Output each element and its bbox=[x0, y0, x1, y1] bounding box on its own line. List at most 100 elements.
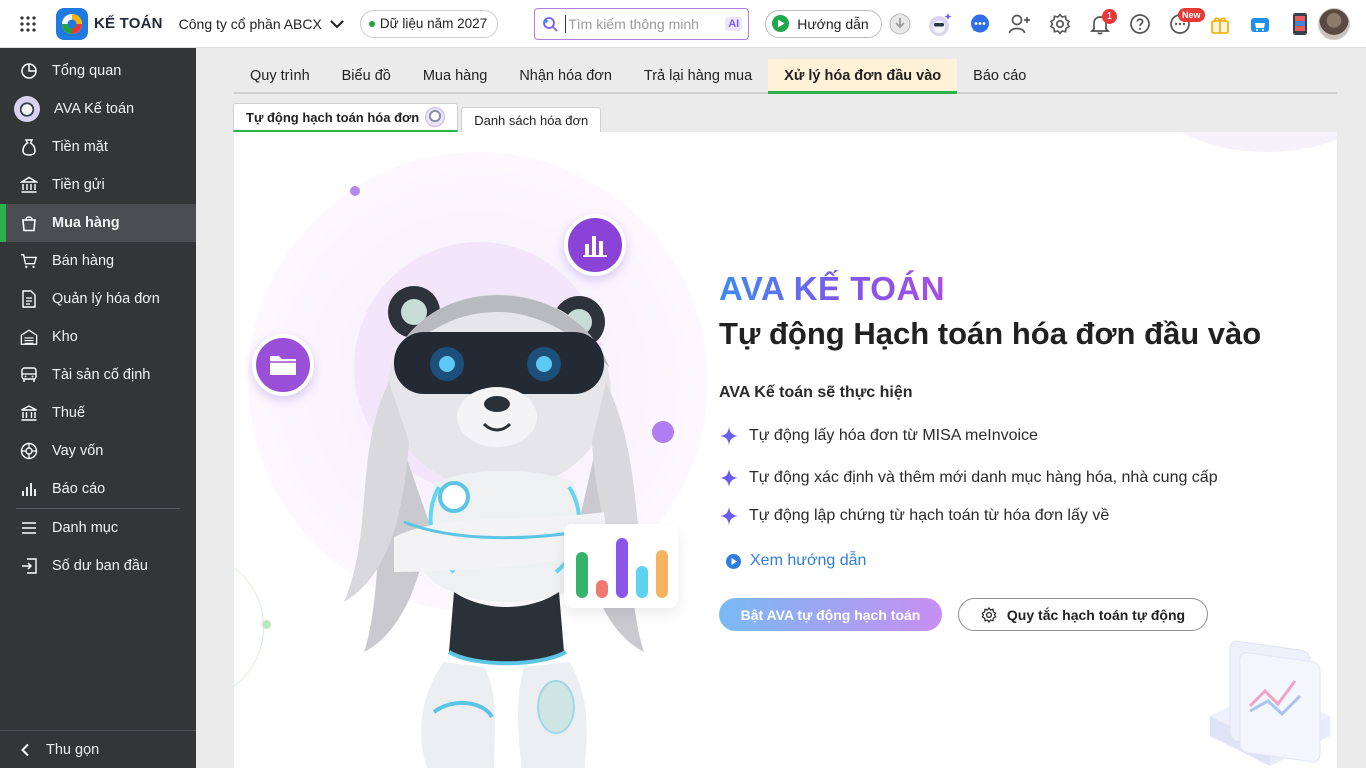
sidebar-item-purchasing[interactable]: Mua hàng bbox=[0, 204, 196, 242]
company-name: Công ty cổ phần ABCX bbox=[178, 15, 322, 32]
toolbar-icons: 1 New bbox=[880, 0, 1320, 48]
add-user-icon[interactable] bbox=[1000, 0, 1040, 48]
search-input[interactable]: Tìm kiếm thông minh bbox=[565, 14, 719, 33]
sidebar-item-reports[interactable]: Báo cáo bbox=[0, 470, 196, 508]
sidebar-item-overview[interactable]: Tổng quan bbox=[0, 52, 196, 90]
loan-icon bbox=[20, 442, 38, 460]
tab-purchasing[interactable]: Mua hàng bbox=[407, 59, 504, 94]
sidebar-item-tax[interactable]: Thuế bbox=[0, 394, 196, 432]
warehouse-icon bbox=[20, 328, 38, 346]
tab-purchase-returns[interactable]: Trả lại hàng mua bbox=[628, 59, 768, 94]
ava-panda-mascot-illustration bbox=[344, 286, 654, 768]
sparkle-icon bbox=[719, 468, 739, 488]
logo-icon bbox=[56, 7, 88, 40]
data-year-selector[interactable]: Dữ liệu năm 2027 bbox=[359, 9, 499, 38]
play-icon bbox=[772, 15, 790, 32]
search-sparkle-icon bbox=[543, 16, 558, 32]
chart-badge-icon bbox=[564, 214, 626, 276]
company-selector[interactable]: Công ty cổ phần ABCX bbox=[179, 16, 344, 32]
auto-accounting-rules-button[interactable]: Quy tắc hạch toán tự động bbox=[958, 598, 1208, 631]
clock-chart-icon bbox=[20, 62, 38, 80]
tab-process-input-invoices[interactable]: Xử lý hóa đơn đầu vào bbox=[768, 59, 958, 94]
document-stack-illustration bbox=[1210, 640, 1330, 766]
bank-icon bbox=[20, 176, 38, 194]
sidebar-item-catalog[interactable]: Danh mục bbox=[0, 509, 196, 547]
subtab-label: Tự động hạch toán hóa đơn bbox=[246, 109, 420, 125]
sidebar-item-label: Tài sản cố định bbox=[52, 367, 151, 383]
tab-reports[interactable]: Báo cáo bbox=[957, 59, 1042, 94]
mini-bar-chart-illustration bbox=[564, 524, 678, 608]
sidebar-item-label: Báo cáo bbox=[52, 481, 106, 497]
tax-building-icon bbox=[20, 404, 38, 422]
sidebar-item-label: Vay vốn bbox=[52, 443, 104, 459]
gift-icon[interactable] bbox=[1200, 0, 1240, 48]
cart-icon bbox=[20, 252, 38, 270]
mobile-app-icon[interactable] bbox=[1280, 0, 1320, 48]
app-launcher-icon[interactable] bbox=[0, 0, 56, 48]
sidebar-item-opening-balance[interactable]: Số dư ban đầu bbox=[0, 547, 196, 585]
tab-receive-invoices[interactable]: Nhận hóa đơn bbox=[503, 59, 628, 94]
sidebar-item-label: Thuế bbox=[52, 405, 86, 421]
money-bag-icon bbox=[20, 138, 38, 156]
sidebar-item-sales[interactable]: Bán hàng bbox=[0, 242, 196, 280]
feature-item: Tự động lấy hóa đơn từ MISA meInvoice bbox=[719, 426, 1038, 446]
sidebar-item-label: AVA Kế toán bbox=[54, 101, 135, 117]
sidebar-item-deposit[interactable]: Tiền gửi bbox=[0, 166, 196, 204]
help-icon[interactable] bbox=[1120, 0, 1160, 48]
play-circle-icon bbox=[726, 553, 741, 569]
data-year-label: Dữ liệu năm 2027 bbox=[379, 16, 488, 31]
chat-icon[interactable] bbox=[960, 0, 1000, 48]
chevron-left-icon bbox=[21, 743, 29, 756]
smart-search[interactable]: Tìm kiếm thông minh AI bbox=[534, 7, 750, 40]
sidebar-item-loans[interactable]: Vay vốn bbox=[0, 432, 196, 470]
hero-main-title: Tự động Hạch toán hóa đơn đầu vào bbox=[719, 316, 1262, 351]
sidebar-item-label: Mua hàng bbox=[52, 215, 120, 231]
decorative-ring bbox=[234, 552, 264, 702]
enable-ava-auto-accounting-button[interactable]: Bật AVA tự động hạch toán bbox=[719, 598, 942, 631]
sidebar-item-fixed-assets[interactable]: Tài sản cố định bbox=[0, 356, 196, 394]
hero-subheading: AVA Kế toán sẽ thực hiện bbox=[719, 384, 913, 401]
sidebar-item-warehouse[interactable]: Kho bbox=[0, 318, 196, 356]
notification-count-badge: 1 bbox=[1102, 9, 1117, 24]
store-icon[interactable] bbox=[1240, 0, 1280, 48]
decorative-glow bbox=[1157, 132, 1337, 152]
app-logo[interactable]: KẾ TOÁN bbox=[56, 7, 163, 40]
sidebar-item-label: Tiền mặt bbox=[52, 139, 108, 155]
ava-assistant-icon[interactable] bbox=[920, 0, 960, 48]
import-icon bbox=[20, 557, 38, 575]
sidebar-item-ava[interactable]: AVA Kế toán bbox=[0, 90, 196, 128]
download-icon[interactable] bbox=[880, 0, 920, 48]
collapse-label: Thu gọn bbox=[46, 741, 100, 758]
vehicle-icon bbox=[20, 366, 38, 384]
folder-badge-icon bbox=[252, 334, 314, 396]
sidebar-item-invoice-management[interactable]: Quản lý hóa đơn bbox=[0, 280, 196, 318]
sidebar-item-label: Tổng quan bbox=[52, 63, 122, 79]
sidebar: Tổng quan AVA Kế toán Tiền mặt Tiền gửi … bbox=[0, 48, 196, 768]
feature-text: Tự động lấy hóa đơn từ MISA meInvoice bbox=[749, 427, 1038, 444]
watch-guide-label: Xem hướng dẫn bbox=[750, 552, 867, 569]
ava-avatar-icon bbox=[14, 96, 40, 122]
notification-bell-icon[interactable]: 1 bbox=[1080, 0, 1120, 48]
auto-accounting-panel: AVA KẾ TOÁN Tự động Hạch toán hóa đơn đầ… bbox=[234, 132, 1337, 768]
subtab-label: Danh sách hóa đơn bbox=[474, 112, 589, 128]
sparkle-icon bbox=[719, 426, 739, 446]
collapse-sidebar-button[interactable]: Thu gọn bbox=[0, 730, 196, 768]
tab-process[interactable]: Quy trình bbox=[234, 59, 326, 94]
watch-guide-link[interactable]: Xem hướng dẫn bbox=[725, 552, 866, 570]
bar-chart-icon bbox=[20, 480, 38, 498]
subtab-auto-accounting[interactable]: Tự động hạch toán hóa đơn bbox=[233, 103, 459, 132]
gear-icon[interactable] bbox=[1040, 0, 1080, 48]
user-avatar[interactable] bbox=[1318, 8, 1350, 40]
more-apps-icon[interactable]: New bbox=[1160, 0, 1205, 48]
sidebar-item-cash[interactable]: Tiền mặt bbox=[0, 128, 196, 166]
sidebar-item-label: Số dư ban đầu bbox=[52, 558, 148, 574]
guide-button[interactable]: Hướng dẫn bbox=[765, 9, 882, 38]
brand-name: KẾ TOÁN bbox=[94, 15, 163, 32]
chevron-down-icon bbox=[330, 19, 344, 28]
sidebar-item-label: Kho bbox=[52, 329, 78, 345]
subtab-invoice-list[interactable]: Danh sách hóa đơn bbox=[461, 107, 602, 132]
decorative-dot bbox=[262, 620, 271, 629]
tab-charts[interactable]: Biểu đồ bbox=[326, 59, 407, 94]
invoice-icon bbox=[20, 290, 38, 308]
rules-button-label: Quy tắc hạch toán tự động bbox=[1006, 606, 1186, 623]
